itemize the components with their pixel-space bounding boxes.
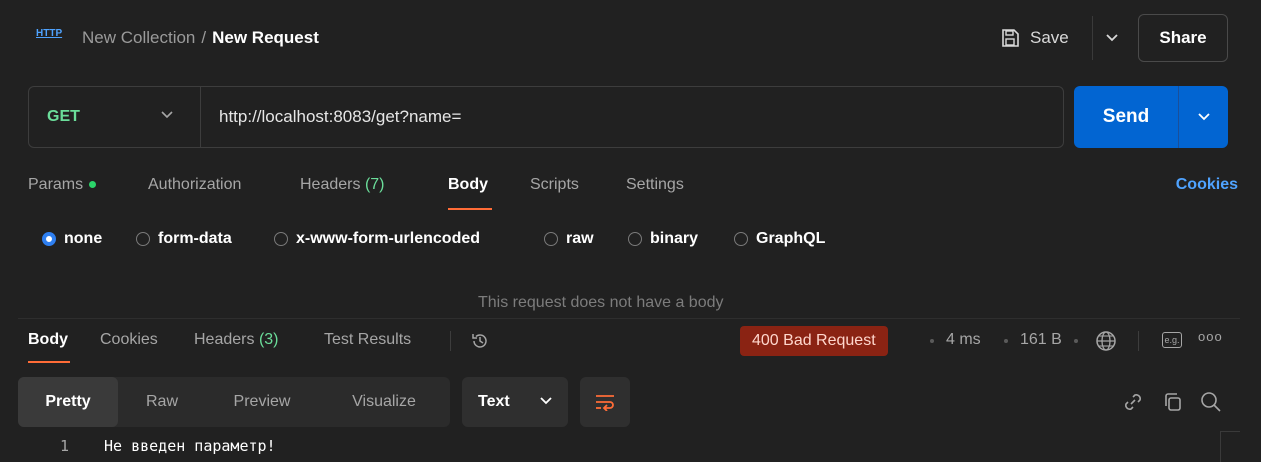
radio-selected-icon [42,232,56,246]
body-type-options: none form-data x-www-form-urlencoded raw… [42,230,942,254]
send-options-button[interactable] [1178,86,1228,148]
radio-unselected-icon [544,232,558,246]
no-body-message: This request does not have a body [478,294,724,311]
request-window: HTTP New Collection / New Request Save Sha… [18,0,1240,462]
wrap-lines-button[interactable] [580,377,630,427]
radio-none[interactable]: none [42,230,102,248]
radio-urlencoded-label: x-www-form-urlencoded [296,230,481,247]
share-button[interactable]: Share [1138,14,1228,62]
link-icon[interactable] [1122,391,1144,413]
response-tab-body[interactable]: Body [28,331,68,349]
separator-dot [1074,339,1078,343]
radio-raw-label: raw [566,230,594,247]
radio-graphql[interactable]: GraphQL [734,230,825,248]
radio-graphql-label: GraphQL [756,230,826,247]
response-panel: Body Cookies Headers (3) Test Results 40… [18,318,1240,462]
chevron-down-icon [1197,113,1210,121]
radio-unselected-icon [628,232,642,246]
scrollbar[interactable] [1220,431,1240,462]
format-tabs: Pretty Raw Preview Visualize [18,377,450,427]
radio-unselected-icon [136,232,150,246]
history-icon[interactable] [470,331,490,351]
top-bar: HTTP New Collection / New Request Save Sha… [18,0,1240,78]
format-tab-pretty[interactable]: Pretty [18,377,118,427]
save-options-button[interactable] [1092,16,1130,60]
radio-binary-label: binary [650,230,699,247]
tab-authorization[interactable]: Authorization [148,176,241,194]
divider [1138,331,1139,351]
tab-headers[interactable]: Headers (7) [300,176,385,194]
radio-urlencoded[interactable]: x-www-form-urlencoded [274,230,480,248]
response-time[interactable]: 4 ms [946,331,981,349]
radio-binary[interactable]: binary [628,230,698,248]
save-icon [1002,29,1019,47]
response-tab-headers-count: (3) [258,331,279,348]
tab-scripts[interactable]: Scripts [530,176,579,194]
breadcrumb-request-name[interactable]: New Request [212,28,319,47]
language-label: Text [478,393,510,410]
language-select[interactable]: Text [462,377,568,427]
radio-form-data-label: form-data [158,230,232,247]
response-tab-test-results[interactable]: Test Results [324,331,411,349]
format-tab-visualize[interactable]: Visualize [318,377,450,427]
save-button[interactable]: Save [984,16,1090,60]
wrap-lines-icon [596,395,614,411]
cookies-link[interactable]: Cookies [1176,176,1238,194]
tab-params[interactable]: Params [28,176,97,194]
breadcrumb-separator: / [201,28,207,47]
format-tab-raw[interactable]: Raw [118,377,206,427]
request-bar: GET http://localhost:8083/get?name= [28,86,1064,148]
response-tab-headers[interactable]: Headers (3) [194,331,279,349]
radio-unselected-icon [734,232,748,246]
format-tab-preview[interactable]: Preview [206,377,318,427]
method-label: GET [47,108,80,125]
line-number: 1 [60,437,70,455]
radio-none-label: none [64,230,103,247]
search-icon[interactable] [1200,391,1222,413]
tab-headers-label: Headers [300,176,361,193]
params-indicator-dot [89,181,97,189]
divider [450,331,451,351]
copy-icon[interactable] [1162,391,1184,413]
tab-params-label: Params [28,176,84,193]
response-body-editor[interactable]: 1 Не введен параметр! [18,433,1240,462]
save-example-button[interactable]: e.g. [1162,332,1182,348]
chevron-down-icon [161,111,173,119]
send-button-group: Send [1074,86,1228,148]
separator-dot [1004,339,1008,343]
tab-body[interactable]: Body [448,176,488,194]
save-label: Save [1030,28,1069,47]
chevron-down-icon [1105,34,1118,42]
chevron-down-icon [540,397,552,405]
radio-form-data[interactable]: form-data [136,230,232,248]
status-badge[interactable]: 400 Bad Request [740,326,888,356]
tab-settings[interactable]: Settings [626,176,684,194]
http-icon: HTTP [36,28,63,39]
response-tab-cookies[interactable]: Cookies [100,331,158,349]
url-input[interactable]: http://localhost:8083/get?name= [219,107,461,127]
active-tab-underline [448,208,492,210]
response-active-tab-underline [28,361,70,363]
breadcrumb-collection[interactable]: New Collection [82,28,195,47]
breadcrumb: New Collection / New Request [82,28,319,48]
more-options-button[interactable]: ooo [1198,329,1223,344]
request-tabs: Params Authorization Headers (7) Body Sc… [28,172,1238,212]
separator-dot [930,339,934,343]
radio-unselected-icon [274,232,288,246]
globe-icon[interactable] [1094,329,1118,353]
radio-raw[interactable]: raw [544,230,594,248]
response-size[interactable]: 161 B [1020,331,1062,349]
response-tab-headers-label: Headers [194,331,255,348]
code-line: Не введен параметр! [104,437,276,455]
tab-headers-count: (7) [364,176,385,193]
send-button[interactable]: Send [1074,86,1178,148]
method-select[interactable]: GET [29,87,201,147]
